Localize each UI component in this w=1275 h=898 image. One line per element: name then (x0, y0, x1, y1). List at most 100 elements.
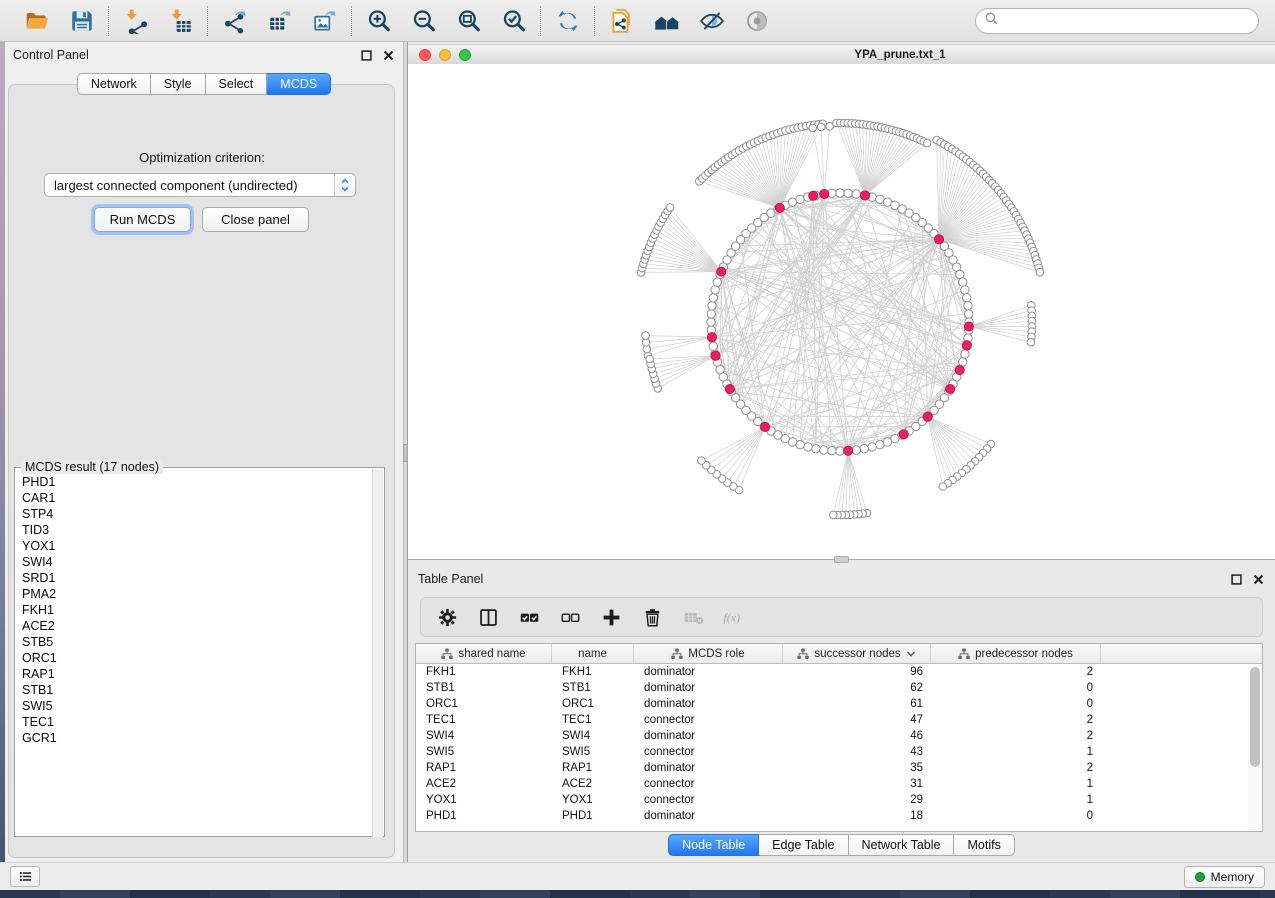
tab-motifs[interactable]: Motifs (954, 834, 1014, 856)
mcds-list-scrollbar[interactable] (372, 469, 383, 837)
tab-network-table[interactable]: Network Table (849, 834, 955, 856)
delete-column-icon[interactable] (640, 605, 664, 629)
criterion-dropdown-value: largest connected component (undirected) (45, 178, 334, 193)
column-label: successor nodes (814, 648, 900, 660)
tab-node-table[interactable]: Node Table (668, 834, 759, 856)
save-icon[interactable] (68, 7, 95, 34)
cell-successor-nodes: 61 (783, 698, 931, 710)
column-header-predecessor-nodes[interactable]: predecessor nodes (931, 644, 1101, 663)
mcds-result-item[interactable]: STP4 (17, 506, 369, 522)
mcds-result-item[interactable]: SWI5 (17, 698, 369, 714)
close-table-panel-icon[interactable] (1252, 573, 1265, 586)
deselect-all-icon[interactable] (558, 605, 582, 629)
mcds-result-item[interactable]: TID3 (17, 522, 369, 538)
search-input[interactable] (1003, 14, 1250, 28)
tab-select[interactable]: Select (206, 73, 268, 95)
network-overview-houses-icon[interactable] (653, 7, 680, 34)
table-scrollbar-track[interactable] (1248, 665, 1261, 831)
open-folder-icon[interactable] (23, 7, 50, 34)
mcds-result-list: PHD1CAR1STP4TID3YOX1SWI4SRD1PMA2FKH1ACE2… (17, 474, 369, 832)
add-column-icon[interactable] (599, 605, 623, 629)
column-header-shared-name[interactable]: shared name (416, 644, 552, 663)
table-row-YOX1[interactable]: YOX1YOX1connector291 (416, 792, 1262, 808)
float-panel-icon[interactable] (360, 49, 373, 62)
refresh-layout-icon[interactable] (554, 7, 581, 34)
table-row-PHD1[interactable]: PHD1PHD1dominator180 (416, 808, 1262, 824)
search-box[interactable] (975, 8, 1259, 34)
mcds-result-item[interactable]: TEC1 (17, 714, 369, 730)
export-network-icon[interactable] (221, 7, 248, 34)
show-graphics-details-disabled-icon[interactable] (743, 7, 770, 34)
close-panel-icon[interactable] (382, 49, 395, 62)
column-header-MCDS-role[interactable]: MCDS role (634, 644, 783, 663)
mcds-result-item[interactable]: GCR1 (17, 730, 369, 746)
mcds-result-item[interactable]: YOX1 (17, 538, 369, 554)
table-row-SWI4[interactable]: SWI4SWI4dominator462 (416, 728, 1262, 744)
cell-name: SWI5 (552, 746, 634, 758)
mcds-result-item[interactable]: CAR1 (17, 490, 369, 506)
window-minimize-traffic-light[interactable] (439, 49, 451, 61)
mcds-result-item[interactable]: PMA2 (17, 586, 369, 602)
window-close-traffic-light[interactable] (419, 49, 431, 61)
import-table-icon[interactable] (167, 7, 194, 34)
desktop-wallpaper-bottom (0, 890, 1275, 898)
mcds-result-item[interactable]: RAP1 (17, 666, 369, 682)
zoom-out-icon[interactable] (410, 7, 437, 34)
node-table-body: FKH1FKH1dominator962STB1STB1dominator620… (416, 664, 1262, 824)
cell-predecessor-nodes: 2 (931, 730, 1101, 742)
zoom-fit-icon[interactable] (455, 7, 482, 34)
mcds-result-item[interactable]: STB5 (17, 634, 369, 650)
memory-button[interactable]: Memory (1184, 866, 1265, 888)
float-table-panel-icon[interactable] (1230, 573, 1243, 586)
network-view-canvas[interactable] (408, 64, 1275, 560)
network-graph[interactable] (408, 64, 1275, 560)
zoom-selected-icon[interactable] (500, 7, 527, 34)
tab-mcds[interactable]: MCDS (267, 73, 331, 95)
criterion-dropdown[interactable]: largest connected component (undirected) (44, 173, 356, 197)
table-scrollbar-thumb[interactable] (1250, 667, 1260, 767)
table-row-SWI5[interactable]: SWI5SWI5connector431 (416, 744, 1262, 760)
cell-MCDS-role: dominator (634, 698, 783, 710)
cell-shared-name: YOX1 (416, 794, 552, 806)
cell-shared-name: ACE2 (416, 778, 552, 790)
table-row-RAP1[interactable]: RAP1RAP1dominator352 (416, 760, 1262, 776)
select-all-icon[interactable] (517, 605, 541, 629)
network-window-titlebar: YPA_prune.txt_1 (408, 44, 1275, 65)
export-table-icon[interactable] (266, 7, 293, 34)
gear-icon[interactable] (435, 605, 459, 629)
table-row-ACE2[interactable]: ACE2ACE2connector311 (416, 776, 1262, 792)
mcds-result-item[interactable]: ACE2 (17, 618, 369, 634)
table-row-ORC1[interactable]: ORC1ORC1dominator610 (416, 696, 1262, 712)
mcds-result-item[interactable]: STB1 (17, 682, 369, 698)
open-session-network-icon[interactable] (608, 7, 635, 34)
mcds-result-item[interactable]: SWI4 (17, 554, 369, 570)
window-zoom-traffic-light[interactable] (459, 49, 471, 61)
table-row-TEC1[interactable]: TEC1TEC1connector472 (416, 712, 1262, 728)
mcds-result-item[interactable]: PHD1 (17, 474, 369, 490)
node-table: shared namenameMCDS role successor nodes p… (415, 643, 1263, 832)
cell-successor-nodes: 46 (783, 730, 931, 742)
column-header-name[interactable]: name (552, 644, 634, 663)
horizontal-splitter-handle[interactable] (834, 556, 849, 563)
run-mcds-button[interactable]: Run MCDS (94, 207, 191, 232)
cell-successor-nodes: 96 (783, 666, 931, 678)
cell-name: FKH1 (552, 666, 634, 678)
split-panel-icon[interactable] (476, 605, 500, 629)
mcds-result-item[interactable]: SRD1 (17, 570, 369, 586)
table-row-STB1[interactable]: STB1STB1dominator620 (416, 680, 1262, 696)
tab-edge-table[interactable]: Edge Table (759, 834, 848, 856)
console-list-button[interactable] (10, 866, 40, 887)
hide-graphics-details-icon[interactable] (698, 7, 725, 34)
zoom-in-icon[interactable] (365, 7, 392, 34)
tab-style[interactable]: Style (151, 73, 206, 95)
column-header-successor-nodes[interactable]: successor nodes (783, 644, 931, 663)
import-network-icon[interactable] (122, 7, 149, 34)
mcds-result-item[interactable]: ORC1 (17, 650, 369, 666)
cell-successor-nodes: 35 (783, 762, 931, 774)
table-row-FKH1[interactable]: FKH1FKH1dominator962 (416, 664, 1262, 680)
tab-network[interactable]: Network (77, 73, 151, 95)
export-image-icon[interactable] (311, 7, 338, 34)
mcds-result-item[interactable]: FKH1 (17, 602, 369, 618)
right-column: YPA_prune.txt_1 Table Panel f(x) (408, 42, 1275, 862)
close-panel-button[interactable]: Close panel (202, 207, 309, 232)
